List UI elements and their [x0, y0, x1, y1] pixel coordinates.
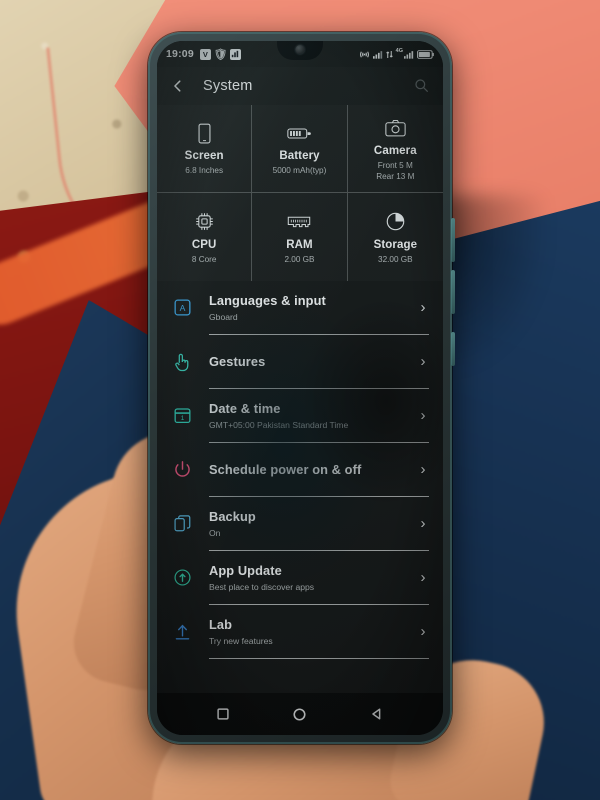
- storage-icon: [385, 211, 406, 233]
- front-camera-icon: [295, 45, 305, 54]
- row-subtitle: GMT+05:00 Pakistan Standard Time: [209, 419, 349, 430]
- network-type-label: 4G: [395, 48, 403, 54]
- info-name: CPU: [191, 238, 217, 251]
- status-left-icons: V 🛡: [199, 48, 241, 61]
- row-text: Lab Try new features: [209, 617, 417, 646]
- settings-row-schedule-power[interactable]: Schedule power on & off ›: [157, 443, 443, 496]
- settings-row-date-time[interactable]: 1 Date & time GMT+05:00 Pakistan Standar…: [157, 389, 443, 442]
- info-name: Screen: [184, 150, 224, 163]
- phone-screen: 19:09 V 🛡 4G System Screen 6.8 Inches Ba…: [157, 41, 443, 735]
- back-chevron-icon[interactable]: [169, 77, 187, 95]
- row-text: Date & time GMT+05:00 Pakistan Standard …: [209, 401, 417, 430]
- svg-text:1: 1: [180, 415, 184, 422]
- chevron-right-icon: ›: [420, 353, 426, 370]
- row-title: Lab: [209, 617, 233, 633]
- chevron-right-icon: ›: [420, 461, 426, 478]
- row-title: Gestures: [209, 353, 266, 369]
- chevron-right-icon: ›: [420, 515, 426, 532]
- info-value: Front 5 M Rear 13 M: [376, 160, 415, 181]
- row-text: App Update Best place to discover apps: [209, 563, 417, 592]
- page-title: System: [203, 78, 253, 94]
- info-cell-storage: Storage 32.00 GB: [348, 193, 443, 281]
- row-title: Backup: [209, 509, 256, 525]
- back-triangle-icon[interactable]: [370, 707, 384, 721]
- row-title: Languages & input: [209, 293, 326, 309]
- backup-icon: [169, 511, 195, 537]
- photo-scene: 19:09 V 🛡 4G System Screen 6.8 Inches Ba…: [0, 0, 600, 800]
- signal-bars-icon: [372, 50, 383, 59]
- row-divider: [209, 658, 429, 659]
- row-text: Backup On: [209, 509, 417, 538]
- settings-row-lab[interactable]: Lab Try new features ›: [157, 605, 443, 658]
- chevron-right-icon: ›: [420, 299, 426, 316]
- power-button[interactable]: [451, 332, 455, 366]
- row-subtitle: Try new features: [209, 635, 273, 646]
- chevron-right-icon: ›: [420, 623, 426, 640]
- info-cell-camera: Camera Front 5 M Rear 13 M: [347, 105, 443, 193]
- info-value: 6.8 Inches: [185, 166, 224, 176]
- app-bar: System: [157, 67, 443, 105]
- app-update-icon: [169, 565, 195, 591]
- row-text: Gestures: [209, 354, 417, 369]
- volume-down-button[interactable]: [451, 270, 455, 314]
- info-cell-screen: Screen 6.8 Inches: [157, 105, 253, 193]
- lab-upload-icon: [169, 619, 195, 645]
- settings-list: A Languages & input Gboard › Gestures › …: [157, 281, 443, 693]
- info-value: 5000 mAh(typ): [272, 166, 327, 176]
- gestures-hand-icon: [169, 349, 195, 375]
- settings-row-gestures[interactable]: Gestures ›: [157, 335, 443, 388]
- row-subtitle: On: [209, 527, 221, 538]
- phone-device: 19:09 V 🛡 4G System Screen 6.8 Inches Ba…: [148, 32, 455, 744]
- status-right-icons: 4G: [359, 48, 434, 59]
- settings-row-app-update[interactable]: App Update Best place to discover apps ›: [157, 551, 443, 604]
- info-value: 32.00 GB: [378, 254, 413, 264]
- screen-icon: [197, 122, 212, 144]
- chevron-right-icon: ›: [420, 407, 426, 424]
- camera-icon: [385, 117, 406, 139]
- row-title: Date & time: [209, 401, 281, 417]
- home-circle-icon[interactable]: [292, 707, 307, 722]
- info-value: 8 Core: [191, 254, 217, 264]
- info-cell-battery: Battery 5000 mAh(typ): [252, 105, 348, 193]
- cpu-icon: [194, 211, 215, 233]
- svg-text:A: A: [179, 303, 185, 313]
- ram-icon: [287, 211, 311, 233]
- settings-row-languages-input[interactable]: A Languages & input Gboard ›: [157, 281, 443, 334]
- volume-up-button[interactable]: [451, 218, 455, 262]
- language-input-icon: A: [169, 295, 195, 321]
- info-name: Battery: [279, 150, 320, 163]
- battery-icon: [287, 122, 312, 144]
- info-name: Storage: [373, 238, 418, 251]
- chevron-right-icon: ›: [420, 569, 426, 586]
- row-subtitle: Best place to discover apps: [209, 581, 315, 592]
- info-name: Camera: [373, 144, 417, 157]
- vibrate-icon: [359, 50, 370, 59]
- row-text: Schedule power on & off: [209, 462, 417, 477]
- info-cell-ram: RAM 2.00 GB: [252, 193, 348, 281]
- waterdrop-notch: [277, 41, 323, 60]
- data-transfer-icon: [385, 50, 393, 59]
- navigation-bar: [157, 693, 443, 735]
- settings-row-backup[interactable]: Backup On ›: [157, 497, 443, 550]
- device-info-grid: Screen 6.8 Inches Battery 5000 mAh(typ) …: [157, 105, 443, 281]
- shield-icon: 🛡: [213, 48, 228, 61]
- power-icon: [169, 457, 195, 483]
- info-value: 2.00 GB: [284, 254, 315, 264]
- chart-icon: [229, 48, 241, 60]
- row-title: Schedule power on & off: [209, 461, 362, 477]
- date-time-icon: 1: [169, 403, 195, 429]
- battery-icon: [417, 49, 434, 59]
- status-time: 19:09: [166, 48, 194, 60]
- row-title: App Update: [209, 563, 282, 579]
- row-subtitle: Gboard: [209, 311, 238, 322]
- recents-square-icon[interactable]: [216, 707, 230, 721]
- v-badge-icon: V: [199, 48, 211, 60]
- search-icon[interactable]: [414, 78, 431, 95]
- info-name: RAM: [286, 238, 313, 251]
- row-text: Languages & input Gboard: [209, 293, 417, 322]
- signal-bars-2-icon: [404, 50, 414, 59]
- info-cell-cpu: CPU 8 Core: [157, 193, 253, 281]
